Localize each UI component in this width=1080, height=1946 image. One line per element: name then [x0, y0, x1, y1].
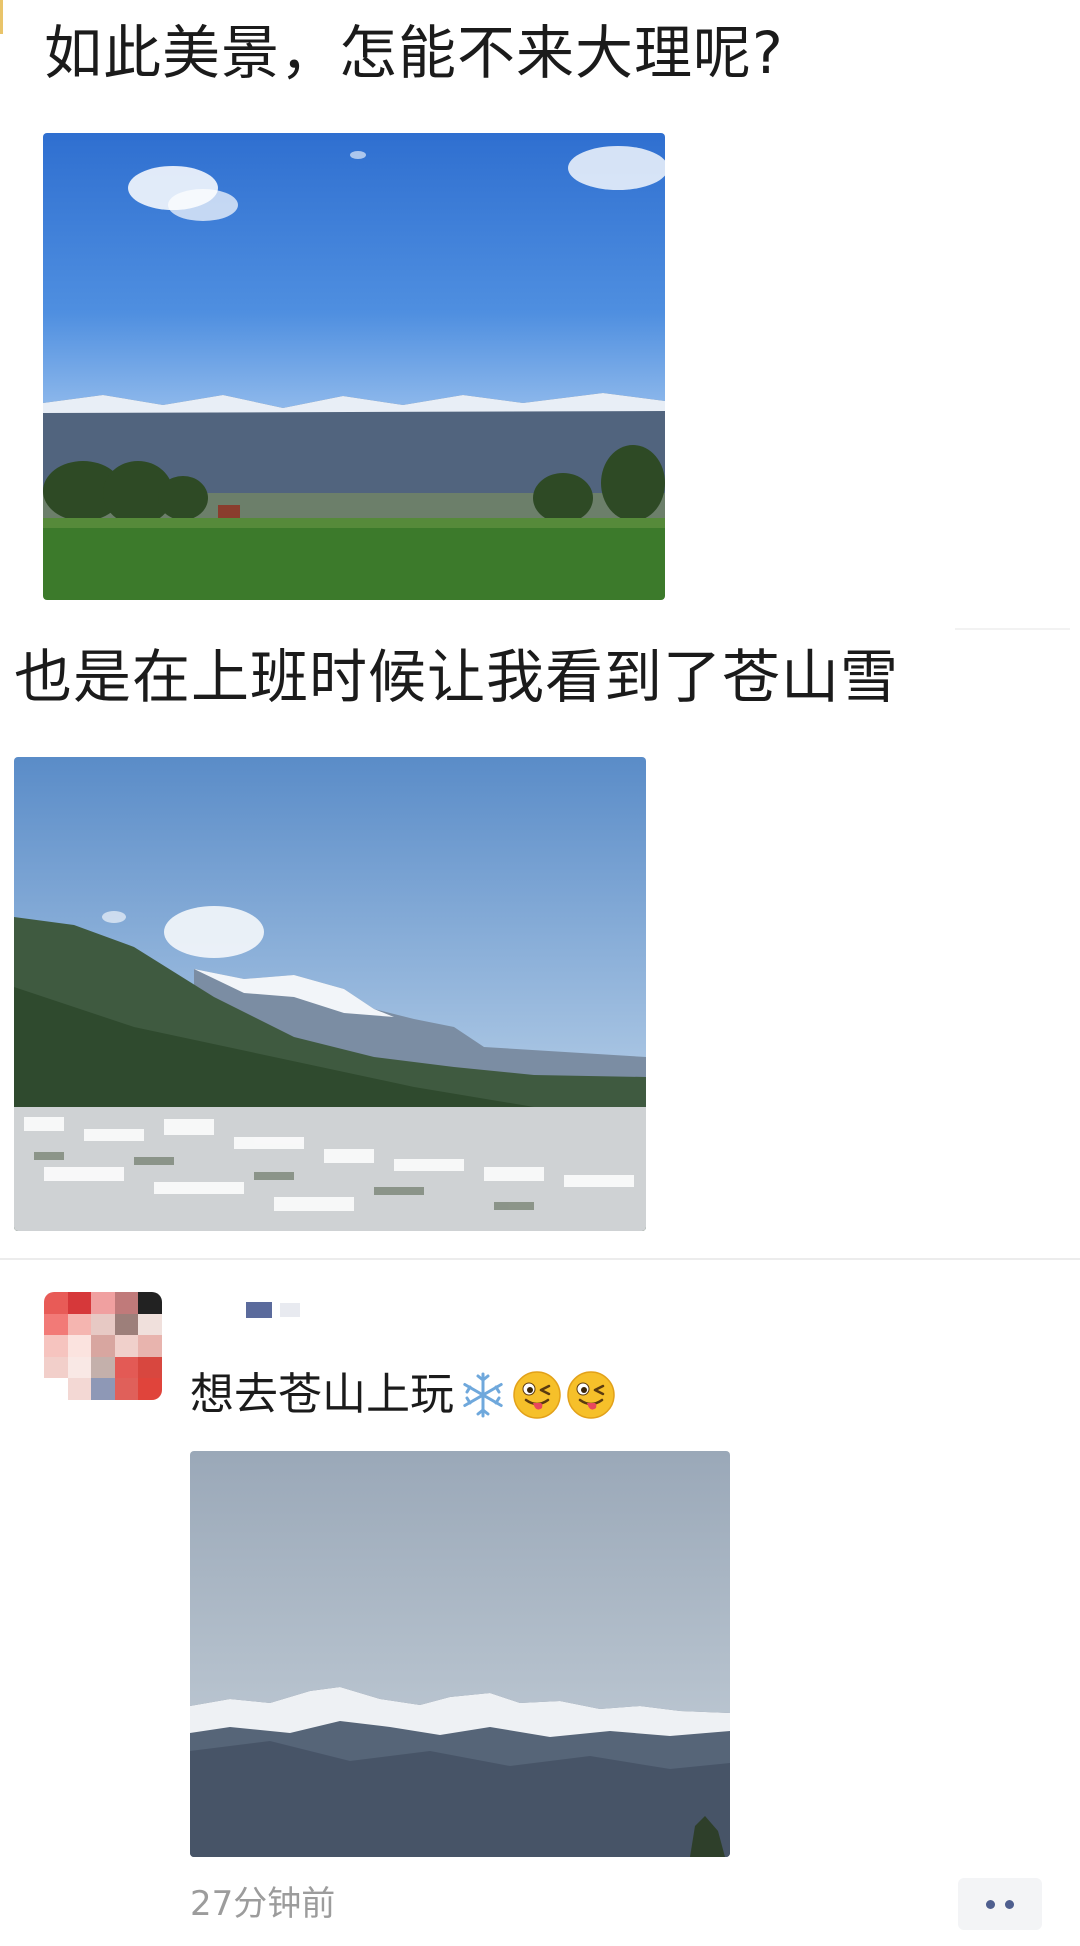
edge-marker: [0, 0, 3, 34]
photo-1-image: [43, 133, 665, 600]
photo-2-image: [14, 757, 646, 1231]
post-text-2: 也是在上班时候让我看到了苍山雪: [14, 643, 900, 711]
comment-text-label: 想去苍山上玩: [190, 1369, 454, 1420]
faint-separator: [955, 628, 1070, 630]
post-text-1: 如此美景，怎能不来大理呢?: [44, 19, 784, 87]
comment-photo-image: [190, 1451, 730, 1857]
more-options-button[interactable]: [958, 1878, 1042, 1930]
snowflake-emoji-icon: [458, 1370, 508, 1420]
comment-text: 想去苍山上玩: [190, 1365, 616, 1425]
winking-tongue-emoji-icon: [566, 1370, 616, 1420]
user-name-redacted: [280, 1303, 300, 1317]
comment-photo[interactable]: [190, 1451, 730, 1857]
comment-timestamp: 27分钟前: [190, 1884, 336, 1924]
winking-tongue-emoji-icon: [512, 1370, 562, 1420]
post-photo-1[interactable]: [43, 133, 665, 600]
more-dot-icon: [986, 1899, 995, 1909]
more-dot-icon: [1005, 1899, 1014, 1909]
avatar[interactable]: [44, 1292, 162, 1400]
comment-divider: [0, 1258, 1080, 1260]
user-name[interactable]: [246, 1301, 300, 1319]
user-name-redacted: [246, 1302, 272, 1318]
post-photo-2[interactable]: [14, 757, 646, 1231]
